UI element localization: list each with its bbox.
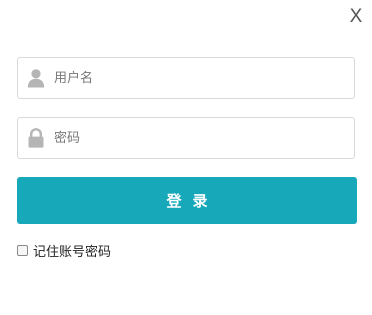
remember-me[interactable]: 记住账号密码: [17, 241, 111, 260]
login-button[interactable]: 登录: [17, 177, 357, 224]
remember-me-label[interactable]: 记住账号密码: [33, 241, 111, 260]
password-input[interactable]: [54, 118, 346, 158]
password-field[interactable]: [17, 117, 355, 159]
user-icon: [27, 68, 45, 88]
username-field[interactable]: [17, 57, 355, 99]
close-button[interactable]: X: [348, 7, 364, 27]
username-input[interactable]: [54, 58, 346, 98]
remember-me-checkbox[interactable]: [17, 244, 28, 256]
lock-icon: [27, 128, 45, 148]
